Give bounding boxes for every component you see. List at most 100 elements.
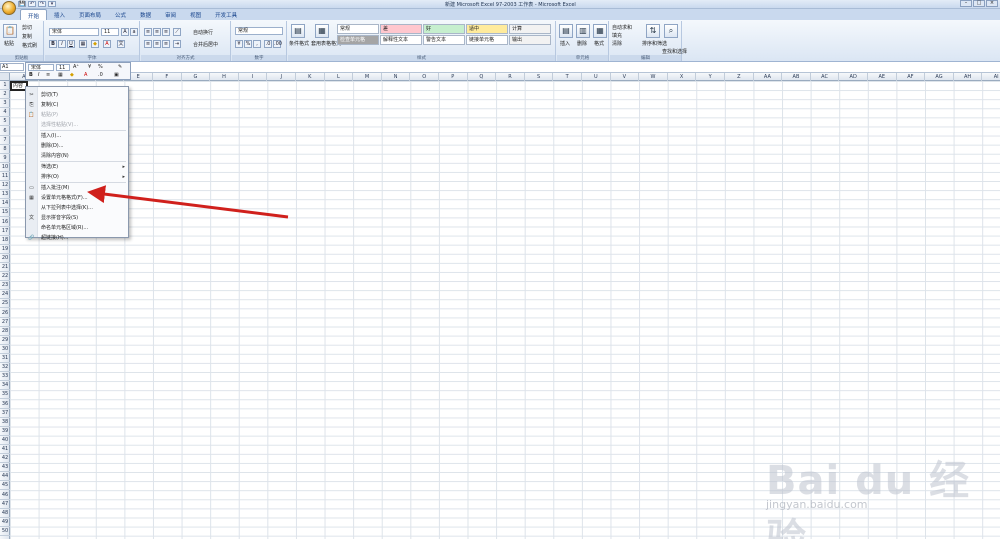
row-header[interactable]: 13 [0,190,10,200]
tab-home[interactable]: 开始 [20,9,48,20]
row-header[interactable]: 44 [0,472,10,482]
mini-font-name[interactable]: 宋体 [28,64,54,71]
row-header[interactable]: 14 [0,199,10,209]
column-header[interactable]: S [525,73,554,81]
align-right-icon[interactable]: ≡ [162,40,170,48]
cell-style-5[interactable]: 检查单元格 [337,35,379,45]
font-size-box[interactable]: 11 [101,28,119,36]
clear-button[interactable]: 清除 [612,40,622,47]
find-select-icon[interactable]: ⌕ [664,24,678,38]
column-header[interactable]: AH [954,73,983,81]
currency-icon[interactable]: ¥ [235,40,243,48]
align-bottom-icon[interactable]: ≡ [162,28,170,36]
tab-data[interactable]: 数据 [133,9,158,20]
column-header[interactable]: F [153,73,182,81]
mini-font-color-icon[interactable]: A [84,72,87,79]
mini-fill-color-icon[interactable]: ◆ [70,72,74,79]
grow-font-icon[interactable]: A [121,28,129,36]
row-header[interactable]: 31 [0,354,10,364]
context-menu-item[interactable]: 命名单元格区域(R)... [26,223,128,233]
column-header[interactable]: AC [811,73,840,81]
context-menu-item[interactable]: 从下拉列表中选择(K)... [26,203,128,213]
tab-view[interactable]: 视图 [183,9,208,20]
context-menu-item[interactable]: 文 显示拼音字段(S) [26,213,128,223]
context-menu-item[interactable]: 插入(I)... [26,131,128,141]
cell-style-8[interactable]: 链接单元格 [466,35,508,45]
sort-filter-button[interactable]: 排序和筛选 [642,40,667,47]
column-header[interactable]: V [611,73,640,81]
row-header[interactable]: 50 [0,527,10,536]
increase-decimal-icon[interactable]: .0 [264,40,272,48]
column-header[interactable]: U [582,73,611,81]
mini-format-painter-icon[interactable]: ✎ [118,64,122,71]
cell-style-1[interactable]: 差 [380,24,422,34]
row-header[interactable]: 2 [0,90,10,100]
row-header[interactable]: 18 [0,236,10,245]
column-header[interactable]: G [182,73,211,81]
merge-center-button[interactable]: 合并后居中 [193,41,218,48]
row-header[interactable]: 43 [0,463,10,473]
redo-icon[interactable]: ↷ [38,1,46,7]
paste-button[interactable]: 粘贴 [4,40,14,47]
row-header[interactable]: 45 [0,481,10,491]
row-header[interactable]: 3 [0,99,10,109]
cell-style-4[interactable]: 计算 [509,24,551,34]
row-header[interactable]: 6 [0,127,10,136]
align-top-icon[interactable]: ≡ [144,28,152,36]
format-cells-button[interactable]: 格式 [594,40,604,47]
context-menu-item[interactable]: ⎘ 复制(C) [26,100,128,110]
mini-percent-icon[interactable]: % [98,64,103,71]
row-header[interactable]: 24 [0,290,10,300]
align-center-icon[interactable]: ≡ [153,40,161,48]
row-header[interactable]: 9 [0,154,10,163]
row-header[interactable]: 15 [0,208,10,218]
column-header[interactable]: Y [696,73,725,81]
row-header[interactable]: 23 [0,281,10,291]
context-menu-item[interactable]: 🔗 超链接(H)... [26,233,128,243]
row-header[interactable]: 32 [0,363,10,373]
indent-icon[interactable]: ⇥ [173,40,181,48]
cell-style-9[interactable]: 输出 [509,35,551,45]
mini-decimal-icon[interactable]: .0 [98,72,103,79]
column-header[interactable]: O [410,73,439,81]
column-header[interactable]: L [325,73,354,81]
decrease-decimal-icon[interactable]: .00 [273,40,282,48]
column-header[interactable]: AE [868,73,897,81]
maximize-button[interactable]: □ [973,0,985,7]
row-header[interactable]: 21 [0,263,10,273]
name-box[interactable]: A1 [0,63,24,71]
conditional-format-icon[interactable]: ▤ [291,24,305,38]
column-header[interactable]: N [382,73,411,81]
row-header[interactable]: 11 [0,172,10,182]
wrap-text-button[interactable]: 自动换行 [193,29,213,36]
context-menu-item[interactable]: 选择性粘贴(V)... [26,120,128,130]
fill-color-icon[interactable]: ◆ [91,40,99,48]
column-header[interactable]: J [267,73,296,81]
row-header[interactable]: 8 [0,145,10,154]
row-header[interactable]: 40 [0,436,10,445]
fill-button[interactable]: 填充 [612,32,622,39]
format-cells-icon[interactable]: ▦ [593,24,607,38]
select-all-corner[interactable] [0,73,10,81]
row-header[interactable]: 10 [0,163,10,172]
row-header[interactable]: 17 [0,227,10,236]
row-header[interactable]: 47 [0,500,10,509]
row-header[interactable]: 27 [0,318,10,327]
align-left-icon[interactable]: ≡ [144,40,152,48]
context-menu-item[interactable]: 📋 粘贴(P) [26,110,128,120]
office-button[interactable] [2,1,16,15]
tab-formulas[interactable]: 公式 [108,9,133,20]
copy-button[interactable]: 复制 [22,33,32,40]
column-header[interactable]: P [439,73,468,81]
insert-cells-button[interactable]: 插入 [560,40,570,47]
context-menu-item[interactable]: 筛选(E) ▸ [26,162,128,172]
column-header[interactable]: X [668,73,697,81]
row-header[interactable]: 37 [0,409,10,418]
row-header[interactable]: 46 [0,491,10,500]
row-header[interactable]: 42 [0,454,10,464]
row-header[interactable]: 36 [0,400,10,409]
mini-align-icon[interactable]: ≡ [46,72,50,79]
conditional-format-button[interactable]: 条件格式 [289,40,309,47]
autosum-button[interactable]: 自动求和 [612,24,632,31]
row-header[interactable]: 41 [0,445,10,455]
